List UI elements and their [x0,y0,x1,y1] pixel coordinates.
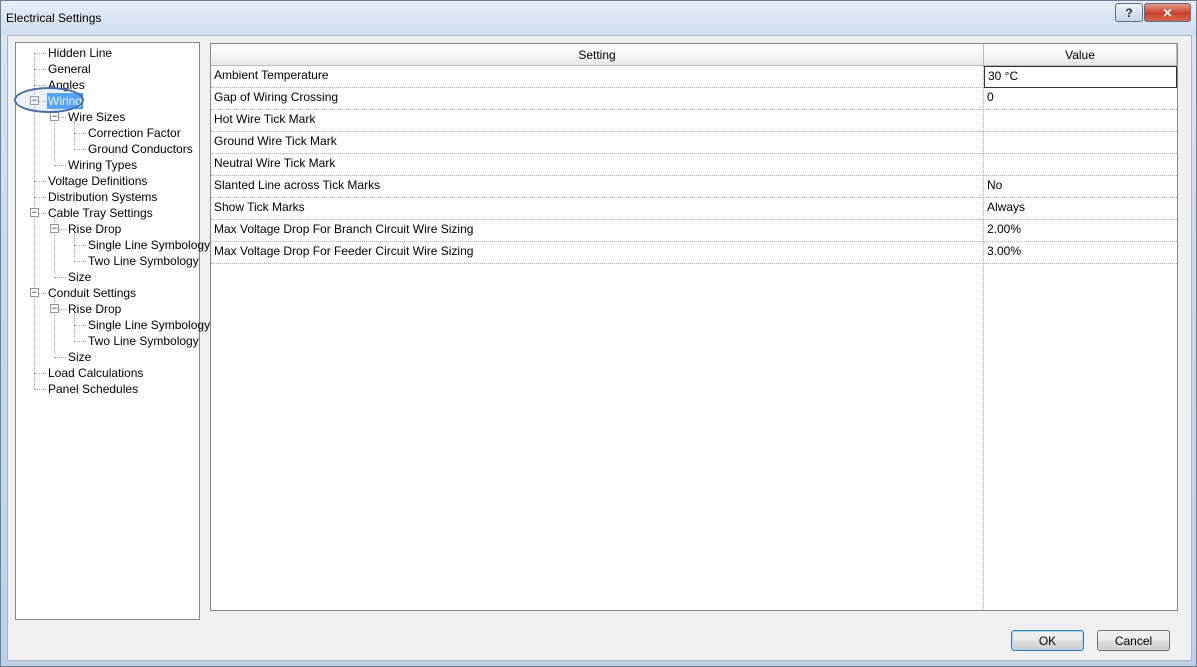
setting-name: Ground Wire Tick Mark [214,134,337,148]
collapse-icon[interactable]: − [30,208,39,217]
tree-connector [74,245,86,246]
setting-value-field[interactable]: 30 °C [984,66,1177,88]
collapse-icon[interactable]: − [50,304,59,313]
tree-connector [34,197,46,198]
setting-value-field[interactable] [984,154,1177,176]
tree-item-cable-tray-single-line-symbology[interactable]: Single Line Symbology [87,237,211,253]
tree-item-cable-tray-rise-drop[interactable]: Rise Drop [67,221,122,237]
dialog-title: Electrical Settings [6,11,102,25]
collapse-icon[interactable]: − [30,96,39,105]
tree-item-cable-tray-settings[interactable]: Cable Tray Settings [47,205,154,221]
grid-row[interactable]: Ground Wire Tick Mark [211,132,1177,154]
tree-item-general[interactable]: General [47,61,92,77]
setting-name: Max Voltage Drop For Branch Circuit Wire… [214,222,474,236]
grid-row[interactable]: Neutral Wire Tick Mark [211,154,1177,176]
tree-connector [34,69,46,70]
tree-connector [34,181,46,182]
tree-connector [74,341,86,342]
grid-row[interactable]: Show Tick Marks Always [211,198,1177,220]
tree-item-conduit-size[interactable]: Size [67,349,92,365]
tree-item-wiring[interactable]: Wiring [47,93,84,109]
tree-connector [34,373,46,374]
tree-item-conduit-rise-drop[interactable]: Rise Drop [67,301,122,317]
dialog-body: − − − − − − Hidden Line General Angles W… [7,35,1192,661]
tree-connector [34,85,46,86]
tree-connector [54,277,66,278]
ok-button[interactable]: OK [1011,630,1084,651]
settings-tree[interactable]: − − − − − − Hidden Line General Angles W… [14,42,210,620]
tree-connector [54,165,66,166]
tree-item-wire-sizes[interactable]: Wire Sizes [67,109,126,125]
column-header-setting[interactable]: Setting [211,44,984,66]
grid-row[interactable]: Hot Wire Tick Mark [211,110,1177,132]
grid-header: Setting Value [211,44,1177,66]
setting-name: Hot Wire Tick Mark [214,112,316,126]
grid-row[interactable]: Gap of Wiring Crossing 0 [211,88,1177,110]
tree-connector [34,53,46,54]
tree-connector [74,325,86,326]
tree-item-conduit-settings[interactable]: Conduit Settings [47,285,137,301]
grid-row[interactable]: Max Voltage Drop For Feeder Circuit Wire… [211,242,1177,264]
grid-row[interactable]: Slanted Line across Tick Marks No [211,176,1177,198]
help-button[interactable]: ? [1115,3,1143,22]
tree-item-ground-conductors[interactable]: Ground Conductors [87,141,194,157]
tree-item-hidden-line[interactable]: Hidden Line [47,45,113,61]
tree-item-distribution-systems[interactable]: Distribution Systems [47,189,158,205]
setting-name: Gap of Wiring Crossing [214,90,339,104]
setting-name: Ambient Temperature [214,68,329,82]
tree-connector [74,261,86,262]
collapse-icon[interactable]: − [50,112,59,121]
tree-connector [54,357,66,358]
title-bar[interactable]: Electrical Settings ? ✕ [1,1,1196,35]
grid-row[interactable]: Max Voltage Drop For Branch Circuit Wire… [211,220,1177,242]
tree-item-wiring-types[interactable]: Wiring Types [67,157,138,173]
tree-item-load-calculations[interactable]: Load Calculations [47,365,144,381]
column-header-value[interactable]: Value [984,44,1177,66]
tree-item-voltage-definitions[interactable]: Voltage Definitions [47,173,148,189]
tree-item-correction-factor[interactable]: Correction Factor [87,125,182,141]
setting-value-field[interactable]: 0 [984,88,1177,110]
setting-value-field[interactable]: No [984,176,1177,198]
setting-value-field[interactable]: 3.00% [984,242,1177,264]
setting-name: Neutral Wire Tick Mark [214,156,336,170]
settings-grid[interactable]: Setting Value Ambient Temperature 30 °C … [210,43,1178,611]
tree-item-cable-tray-size[interactable]: Size [67,269,92,285]
setting-value-field[interactable]: Always [984,198,1177,220]
setting-name: Slanted Line across Tick Marks [214,178,381,192]
setting-value-field[interactable] [984,132,1177,154]
setting-name: Max Voltage Drop For Feeder Circuit Wire… [214,244,474,258]
grid-row[interactable]: Ambient Temperature 30 °C [211,66,1177,88]
collapse-icon[interactable]: − [50,224,59,233]
tree-connector [74,133,86,134]
tree-item-angles[interactable]: Angles [47,77,86,93]
collapse-icon[interactable]: − [30,288,39,297]
tree-connector [34,389,46,390]
close-button[interactable]: ✕ [1144,3,1191,22]
setting-value-field[interactable] [984,110,1177,132]
setting-value-field[interactable]: 2.00% [984,220,1177,242]
tree-item-conduit-two-line-symbology[interactable]: Two Line Symbology [87,333,200,349]
tree-item-panel-schedules[interactable]: Panel Schedules [47,381,139,397]
cancel-button[interactable]: Cancel [1097,630,1170,651]
tree-item-cable-tray-two-line-symbology[interactable]: Two Line Symbology [87,253,200,269]
setting-name: Show Tick Marks [214,200,305,214]
electrical-settings-dialog: Electrical Settings ? ✕ − − − − − − Hidd… [0,0,1197,667]
tree-item-conduit-single-line-symbology[interactable]: Single Line Symbology [87,317,211,333]
tree-connector [74,149,86,150]
